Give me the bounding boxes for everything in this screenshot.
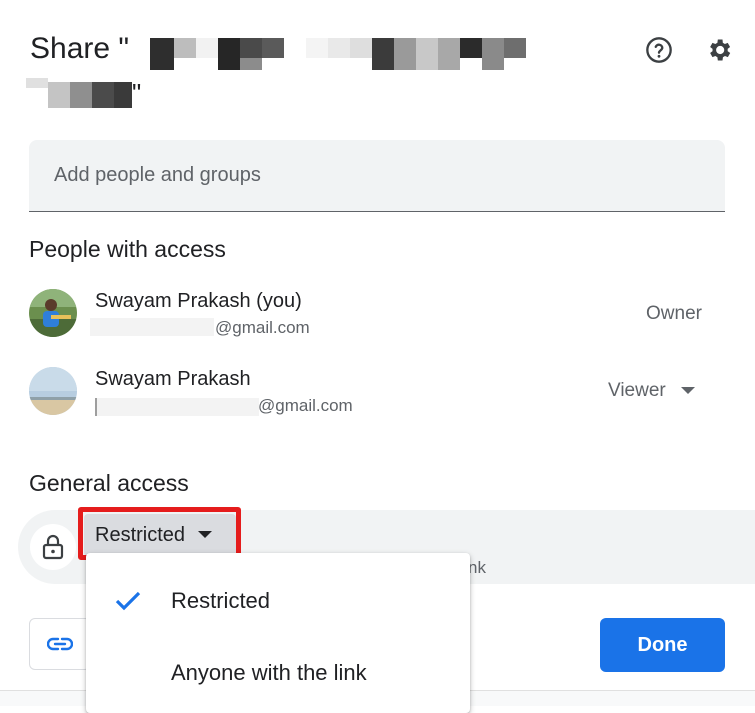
chevron-down-icon — [680, 387, 695, 394]
general-access-menu: Restricted Anyone with the link — [86, 553, 470, 713]
redacted-email-block — [95, 398, 259, 416]
avatar — [29, 289, 77, 337]
dialog-title-suffix: " — [132, 78, 142, 108]
done-button[interactable]: Done — [600, 618, 725, 672]
person-email: @gmail.com — [215, 318, 310, 337]
person-name: Swayam Prakash — [95, 368, 251, 390]
menu-item-label: Restricted — [171, 588, 271, 613]
menu-item-label: Anyone with the link — [171, 660, 367, 685]
gear-icon[interactable] — [702, 33, 736, 67]
lock-icon — [30, 524, 76, 570]
person-email: @gmail.com — [258, 396, 353, 415]
role-label-viewer: Viewer — [608, 380, 666, 401]
menu-item-anyone-with-link[interactable]: Anyone with the link — [86, 638, 470, 708]
link-icon — [47, 637, 73, 651]
redacted-email-block — [90, 318, 214, 336]
help-circle-icon[interactable] — [642, 33, 676, 67]
menu-item-restricted[interactable]: Restricted — [86, 566, 470, 636]
add-people-input[interactable] — [29, 140, 694, 210]
person-name: Swayam Prakash (you) — [95, 290, 302, 312]
dialog-title-prefix: Share " — [30, 32, 130, 65]
add-people-field[interactable] — [29, 140, 725, 212]
general-access-description: nk — [468, 558, 486, 577]
people-with-access-heading: People with access — [29, 236, 226, 262]
general-access-heading: General access — [29, 470, 189, 496]
dialog-title: Share " — [30, 32, 129, 66]
role-label-owner: Owner — [646, 303, 702, 324]
role-dropdown-viewer[interactable]: Viewer — [608, 380, 696, 402]
copy-link-button[interactable] — [29, 618, 91, 670]
avatar — [29, 367, 77, 415]
check-icon — [115, 591, 141, 611]
